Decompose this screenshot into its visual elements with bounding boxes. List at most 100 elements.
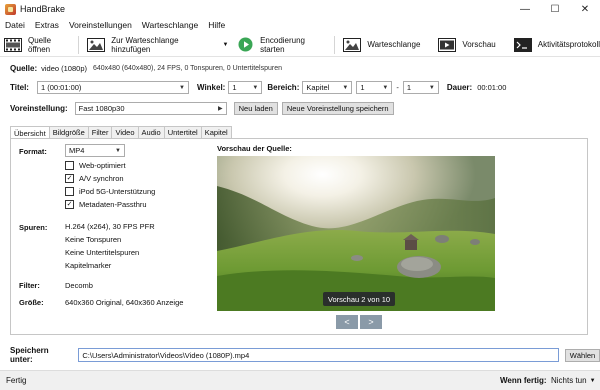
title-select[interactable]: 1 (00:01:00) ▼	[36, 81, 189, 94]
menu-bar: Datei Extras Voreinstellungen Warteschla…	[0, 18, 600, 32]
when-done-value: Nichts tun	[551, 376, 587, 385]
handbrake-logo-icon	[5, 3, 16, 15]
source-name: video (1080p)	[41, 64, 87, 73]
start-encode-label: Encodierung starten	[260, 35, 305, 54]
format-select[interactable]: MP4 ▼	[65, 144, 125, 157]
next-preview-button[interactable]: >	[360, 315, 382, 329]
range-label: Bereich:	[267, 83, 300, 92]
window-title: HandBrake	[20, 4, 66, 14]
menu-datei[interactable]: Datei	[4, 20, 26, 30]
landscape-preview-icon	[217, 156, 495, 311]
add-to-queue-button[interactable]: Zur Warteschlange hinzufügen ▼	[87, 36, 228, 54]
menu-hilfe[interactable]: Hilfe	[207, 20, 226, 30]
av-sync-checkbox[interactable]: ✓ A/V synchron	[65, 174, 124, 183]
preview-caption: Vorschau 2 von 10	[323, 292, 395, 306]
toolbar-divider	[78, 35, 80, 54]
tab-audio[interactable]: Audio	[137, 126, 165, 138]
preview-button[interactable]: Vorschau	[438, 37, 496, 53]
range-type-select[interactable]: Kapitel ▼	[302, 81, 353, 94]
queue-label: Warteschlange	[367, 40, 421, 49]
track-chapters: Kapitelmarker	[65, 261, 112, 270]
title-select-value: 1 (00:01:00)	[40, 83, 82, 92]
title-row: Titel: 1 (00:01:00) ▼ Winkel: 1 ▼ Bereich:…	[10, 81, 506, 94]
tab-video[interactable]: Video	[111, 126, 139, 138]
format-label: Format:	[19, 147, 47, 156]
maximize-icon[interactable]: ☐	[540, 0, 570, 18]
menu-extras[interactable]: Extras	[34, 20, 60, 30]
checkmark-icon[interactable]: ✓	[65, 174, 74, 183]
range-to-select[interactable]: 1 ▼	[402, 81, 439, 94]
chevron-down-icon: ▼	[382, 84, 389, 91]
angle-select[interactable]: 1 ▼	[228, 81, 263, 94]
tab-dimensions[interactable]: Bildgröße	[48, 126, 89, 138]
tab-filter[interactable]: Filter	[87, 126, 113, 138]
close-icon[interactable]: ✕	[570, 0, 600, 18]
chevron-down-icon[interactable]: ▼	[222, 42, 228, 48]
window-controls: — ☐ ✕	[510, 0, 600, 18]
chevron-down-icon: ▼	[428, 84, 435, 91]
format-value: MP4	[69, 146, 85, 155]
image-icon	[87, 37, 106, 53]
status-bar: Fertig Wenn fertig: Nichts tun ▼	[0, 370, 600, 390]
terminal-icon	[513, 37, 532, 53]
size-label: Größe:	[19, 298, 44, 307]
duration-label: Dauer:	[446, 83, 473, 92]
filter-label: Filter:	[19, 281, 40, 290]
source-preview-image	[217, 156, 495, 311]
activity-log-label: Aktivitätsprotokoll	[537, 40, 600, 49]
film-strip-icon	[4, 37, 22, 53]
web-optimized-checkbox[interactable]: Web-optimiert	[65, 161, 126, 170]
queue-image-icon	[343, 37, 362, 53]
save-row: Speichern unter: C:\Users\Administrator\…	[10, 346, 600, 364]
preset-select[interactable]: Fast 1080p30 ▶	[74, 102, 227, 115]
add-to-queue-label: Zur Warteschlange hinzufügen	[111, 35, 179, 54]
start-encode-button[interactable]: Encodierung starten	[232, 36, 330, 54]
menu-voreinstellungen[interactable]: Voreinstellungen	[68, 20, 133, 30]
play-icon	[236, 37, 254, 53]
size-value: 640x360 Original, 640x360 Anzeige	[65, 298, 184, 307]
queue-button[interactable]: Warteschlange	[343, 37, 420, 53]
tab-strip: Übersicht Bildgröße Filter Video Audio U…	[10, 126, 232, 139]
tab-chapters[interactable]: Kapitel	[200, 126, 232, 138]
chevron-down-icon: ▼	[589, 377, 596, 384]
when-done-label: Wenn fertig:	[500, 376, 547, 385]
save-label: Speichern unter:	[10, 346, 49, 364]
filter-value: Decomb	[65, 281, 93, 290]
when-done-select[interactable]: Nichts tun ▼	[551, 376, 596, 385]
title-bar: HandBrake — ☐ ✕	[0, 0, 600, 18]
minimize-icon[interactable]: —	[510, 0, 540, 18]
av-sync-label: A/V synchron	[79, 174, 124, 183]
destination-path-input[interactable]: C:\Users\Administrator\Videos\Video (108…	[78, 348, 559, 362]
ipod-support-checkbox[interactable]: iPod 5G-Unterstützung	[65, 187, 155, 196]
angle-select-value: 1	[232, 83, 237, 92]
range-from-value: 1	[360, 83, 365, 92]
video-preview-icon	[438, 37, 457, 53]
previous-preview-button[interactable]: <	[336, 315, 358, 329]
source-info: 640x480 (640x480), 24 FPS, 0 Tonspuren, …	[93, 65, 282, 72]
menu-warteschlange[interactable]: Warteschlange	[141, 20, 199, 30]
range-from-select[interactable]: 1 ▼	[356, 81, 393, 94]
track-subtitles: Keine Untertitelspuren	[65, 248, 140, 257]
status-text: Fertig	[6, 376, 27, 385]
reload-preset-button[interactable]: Neu laden	[233, 102, 278, 115]
toolbar: Quelle öffnen Zur Warteschlange hinzufüg…	[0, 33, 600, 57]
range-to-value: 1	[406, 83, 412, 92]
metadata-passthru-checkbox[interactable]: ✓ Metadaten-Passthru	[65, 200, 147, 209]
web-optimized-label: Web-optimiert	[79, 161, 126, 170]
activity-log-button[interactable]: Aktivitätsprotokoll	[513, 37, 600, 53]
preset-row: Voreinstellung: Fast 1080p30 ▶ Neu laden …	[10, 102, 394, 115]
chevron-down-icon: ▼	[252, 84, 259, 91]
open-source-button[interactable]: Quelle öffnen	[4, 36, 74, 54]
chevron-down-icon: ▼	[115, 147, 121, 154]
checkbox-box[interactable]	[65, 161, 74, 170]
browse-button[interactable]: Wählen	[565, 348, 600, 362]
preview-heading: Vorschau der Quelle:	[217, 144, 292, 153]
tracks-label: Spuren:	[19, 223, 48, 232]
track-audio: Keine Tonspuren	[65, 235, 122, 244]
tab-subtitles[interactable]: Untertitel	[163, 126, 202, 138]
checkbox-box[interactable]	[65, 187, 74, 196]
metadata-passthru-label: Metadaten-Passthru	[79, 200, 147, 209]
save-new-preset-button[interactable]: Neue Voreinstellung speichern	[281, 102, 394, 115]
preset-value: Fast 1080p30	[78, 104, 125, 113]
checkmark-icon[interactable]: ✓	[65, 200, 74, 209]
